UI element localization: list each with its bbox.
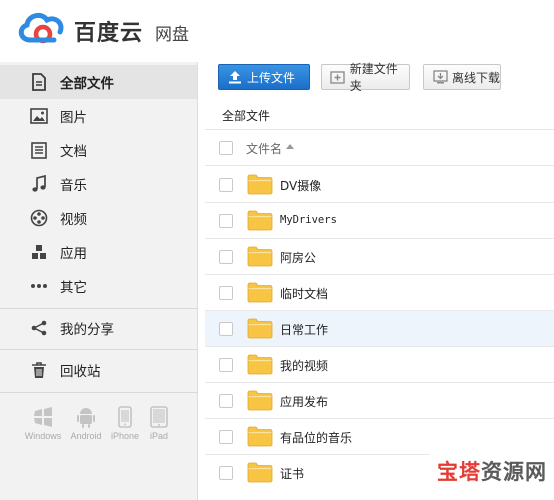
new-folder-button[interactable]: 新建文件夹 [321, 62, 410, 93]
file-name[interactable]: 日常工作 [280, 321, 328, 338]
baidu-netdisk-window: 百度云 网盘 全部文件 图片 文档 音乐 视频 应用 其它 我的分享 回收站 W… [0, 0, 554, 500]
row-checkbox[interactable] [219, 466, 233, 480]
sidebar-item-all-files[interactable]: 全部文件 [0, 65, 197, 99]
file-row[interactable]: 应用发布 [205, 383, 554, 419]
sidebar-item-music[interactable]: 音乐 [0, 167, 197, 201]
file-name[interactable]: 应用发布 [280, 393, 328, 410]
image-icon [30, 107, 48, 125]
new-folder-button-label: 新建文件夹 [349, 62, 398, 93]
upload-icon [227, 69, 243, 85]
client-ipad[interactable]: iPad [134, 406, 184, 441]
windows-icon [34, 407, 52, 427]
sidebar-item-apps[interactable]: 应用 [0, 235, 197, 269]
file-row[interactable]: 我的视频 [205, 347, 554, 383]
file-row[interactable]: 日常工作 [205, 311, 554, 347]
row-checkbox[interactable] [219, 178, 233, 192]
row-checkbox[interactable] [219, 286, 233, 300]
file-name[interactable]: 阿房公 [280, 249, 316, 266]
offline-download-button-label: 离线下载 [452, 70, 501, 85]
sidebar-item-other[interactable]: 其它 [0, 269, 197, 303]
ipad-icon [150, 406, 168, 428]
android-icon [77, 408, 95, 428]
music-icon [30, 175, 48, 193]
file-row[interactable]: DV摄像 [205, 167, 554, 203]
column-header-filename[interactable]: 文件名 [246, 140, 282, 157]
folder-icon [247, 210, 273, 231]
row-checkbox[interactable] [219, 214, 233, 228]
sidebar-item-label: 应用 [60, 246, 87, 262]
toolbar: 上传文件 新建文件夹 离线下载 [198, 62, 554, 96]
sidebar-item-label: 视频 [60, 212, 87, 228]
file-name[interactable]: DV摄像 [280, 177, 321, 194]
brand-name: 百度云 [74, 21, 144, 46]
file-name[interactable]: 证书 [280, 465, 304, 482]
folder-icon [247, 282, 273, 303]
file-name[interactable]: 有品位的音乐 [280, 429, 352, 446]
sidebar-divider [0, 392, 197, 393]
file-row[interactable]: 阿房公 [205, 239, 554, 275]
sidebar-item-label: 全部文件 [60, 76, 114, 92]
sidebar-item-label: 音乐 [60, 178, 87, 194]
file-name[interactable]: 我的视频 [280, 357, 328, 374]
breadcrumb[interactable]: 全部文件 [222, 107, 270, 124]
folder-icon [247, 174, 273, 195]
row-checkbox[interactable] [219, 250, 233, 264]
row-checkbox[interactable] [219, 430, 233, 444]
folder-icon [247, 246, 273, 267]
file-name[interactable]: 临时文档 [280, 285, 328, 302]
file-name[interactable]: MyDrivers [280, 214, 337, 226]
file-list-header: 文件名 [205, 130, 554, 166]
sidebar-item-label: 我的分享 [60, 322, 114, 338]
file-row[interactable]: 有品位的音乐 [205, 419, 554, 455]
sidebar-item-my-shares[interactable]: 我的分享 [0, 311, 197, 345]
select-all-checkbox[interactable] [219, 141, 233, 155]
app-icon [30, 243, 48, 261]
folder-icon [247, 354, 273, 375]
offline-download-icon [432, 69, 448, 85]
trash-icon [30, 361, 48, 379]
row-checkbox[interactable] [219, 394, 233, 408]
file-row[interactable]: 临时文档 [205, 275, 554, 311]
watermark-text-gray: 资源网 [481, 460, 547, 484]
sidebar-item-label: 文档 [60, 144, 87, 160]
sidebar-divider [0, 349, 197, 350]
watermark-text-red: 宝塔 [437, 460, 481, 484]
folder-icon [247, 318, 273, 339]
brand-subtitle: 网盘 [155, 25, 189, 45]
new-folder-icon [330, 69, 346, 85]
sidebar-item-label: 图片 [60, 110, 87, 126]
folder-icon [247, 390, 273, 411]
document-icon [30, 141, 48, 159]
sidebar: 全部文件 图片 文档 音乐 视频 应用 其它 我的分享 回收站 Windows … [0, 62, 198, 500]
sort-ascending-icon[interactable] [286, 143, 294, 149]
sidebar-item-documents[interactable]: 文档 [0, 133, 197, 167]
offline-download-button[interactable]: 离线下载 [423, 64, 501, 90]
sidebar-divider [0, 308, 197, 309]
sidebar-item-recycle-bin[interactable]: 回收站 [0, 353, 197, 387]
more-icon [30, 277, 48, 295]
folder-icon [247, 426, 273, 447]
upload-button[interactable]: 上传文件 [218, 64, 310, 90]
sidebar-item-label: 回收站 [60, 364, 101, 380]
header: 百度云 网盘 [0, 0, 554, 62]
sidebar-item-label: 其它 [60, 280, 87, 296]
row-checkbox[interactable] [219, 358, 233, 372]
client-label: iPad [149, 431, 168, 441]
watermark: 宝塔 资源网 [430, 453, 554, 489]
file-row[interactable]: MyDrivers [205, 203, 554, 239]
folder-icon [247, 462, 273, 483]
sidebar-item-videos[interactable]: 视频 [0, 201, 197, 235]
share-icon [30, 319, 48, 337]
iphone-icon [118, 406, 132, 428]
video-icon [30, 209, 48, 227]
upload-button-label: 上传文件 [247, 70, 296, 85]
baidu-cloud-logo[interactable] [16, 10, 66, 50]
sidebar-item-images[interactable]: 图片 [0, 99, 197, 133]
row-checkbox[interactable] [219, 322, 233, 336]
all-files-icon [30, 73, 48, 91]
